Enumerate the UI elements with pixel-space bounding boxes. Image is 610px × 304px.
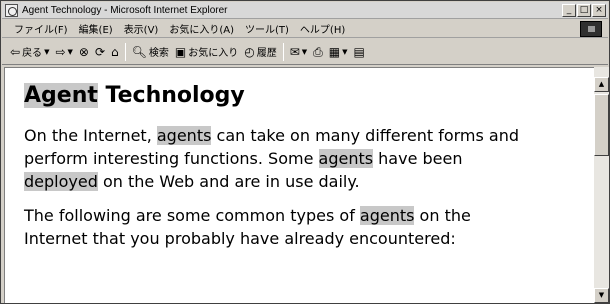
menu-file[interactable]: ファイル(F)	[14, 21, 68, 36]
page-content[interactable]: Agent Technology On the Internet, agents…	[4, 67, 594, 303]
highlighted-term: Agent	[24, 83, 98, 108]
edit-button[interactable]: ▦ ▼	[329, 46, 348, 58]
scroll-down-button[interactable]: ▼	[594, 288, 609, 303]
history-button[interactable]: ◴ 履歴	[244, 44, 277, 60]
standard-toolbar: ⇦ 戻る ▼ ⇨ ▼ ⊗ ⟳ ⌂ 🔍︎ 検索 ▣ お気に入り ◴ 履歴 ✉ ▼ …	[2, 39, 608, 65]
refresh-button[interactable]: ⟳	[95, 46, 105, 58]
mail-dropdown-icon[interactable]: ▼	[302, 48, 307, 56]
history-icon: ◴	[244, 44, 255, 59]
back-arrow-icon: ⇦	[10, 44, 21, 59]
browser-window: Agent Technology - Microsoft Internet Ex…	[0, 0, 610, 304]
menu-help[interactable]: ヘルプ(H)	[300, 21, 345, 36]
favorites-button[interactable]: ▣ お気に入り	[174, 44, 239, 60]
window-title: Agent Technology - Microsoft Internet Ex…	[22, 4, 228, 16]
print-icon: ⎙	[313, 44, 323, 59]
search-button[interactable]: 🔍︎ 検索	[131, 44, 169, 60]
paragraph-types: The following are some common types of a…	[24, 204, 594, 250]
menu-view[interactable]: 表示(V)	[124, 21, 159, 36]
mail-button[interactable]: ✉ ▼	[290, 46, 307, 58]
back-button[interactable]: ⇦ 戻る ▼	[10, 44, 49, 60]
maximize-button[interactable]: □	[577, 3, 591, 17]
favorites-label: お気に入り	[188, 48, 239, 59]
close-button[interactable]: ×	[592, 3, 606, 17]
forward-arrow-icon: ⇨	[55, 44, 66, 59]
paragraph-line: On the Internet, agents can take on many…	[24, 124, 594, 147]
back-label: 戻る	[22, 48, 43, 59]
home-button[interactable]: ⌂	[111, 46, 119, 58]
search-label: 検索	[148, 48, 169, 59]
edit-icon: ▦	[328, 44, 341, 59]
stop-button[interactable]: ⊗	[79, 46, 89, 58]
toolbar-separator	[124, 42, 126, 61]
text-run: perform interesting functions. Some	[24, 149, 319, 168]
page-title: Agent Technology	[24, 82, 594, 110]
paragraph-line: Internet that you probably have already …	[24, 229, 456, 248]
discuss-icon: ▤	[353, 44, 365, 59]
minimize-button[interactable]: _	[562, 3, 576, 17]
toolbar-separator	[282, 42, 284, 61]
scrollbar-thumb[interactable]	[594, 94, 609, 156]
search-icon: 🔍︎	[131, 44, 147, 59]
forward-button[interactable]: ⇨ ▼	[55, 46, 72, 58]
text-run: can take on many different forms and	[211, 126, 520, 145]
text-run: on the Web and are in use daily.	[97, 172, 360, 191]
paragraph-line: The following are some common types of a…	[24, 204, 594, 227]
vertical-scrollbar[interactable]: ▲ ▼	[594, 67, 609, 303]
highlighted-term: agents	[318, 149, 374, 168]
menu-tools[interactable]: ツール(T)	[245, 21, 289, 36]
highlighted-term: deployed	[24, 172, 98, 191]
title-bar[interactable]: Agent Technology - Microsoft Internet Ex…	[2, 2, 608, 19]
forward-dropdown-icon[interactable]: ▼	[68, 48, 73, 56]
stop-icon: ⊗	[78, 44, 89, 59]
text-run: On the Internet,	[24, 126, 157, 145]
text-run: on the	[414, 206, 471, 225]
paragraph-line: deployed on the Web and are in use daily…	[24, 170, 594, 193]
text-run: The following are some common types of	[24, 206, 360, 225]
edit-dropdown-icon[interactable]: ▼	[342, 48, 347, 56]
discuss-button[interactable]: ▤	[354, 46, 365, 58]
favorites-icon: ▣	[174, 44, 187, 59]
heading-text: Technology	[97, 83, 245, 108]
menu-edit[interactable]: 編集(E)	[79, 21, 113, 36]
paragraph-intro: On the Internet, agents can take on many…	[24, 124, 594, 193]
history-label: 履歴	[256, 48, 277, 59]
print-button[interactable]: ⎙	[313, 46, 323, 58]
window-controls: _ □ ×	[562, 3, 606, 17]
refresh-icon: ⟳	[94, 44, 106, 59]
highlighted-term: agents	[156, 126, 212, 145]
back-dropdown-icon[interactable]: ▼	[44, 48, 49, 56]
menu-favorites[interactable]: お気に入り(A)	[169, 21, 234, 36]
windows-logo-icon	[580, 21, 602, 37]
highlighted-term: agents	[359, 206, 415, 225]
menu-bar: ファイル(F) 編集(E) 表示(V) お気に入り(A) ツール(T) ヘルプ(…	[2, 20, 608, 38]
document-body: Agent Technology On the Internet, agents…	[5, 68, 594, 250]
paragraph-line: perform interesting functions. Some agen…	[24, 147, 594, 170]
mail-icon: ✉	[289, 44, 300, 59]
home-icon: ⌂	[111, 44, 119, 59]
ie-app-icon[interactable]	[5, 3, 18, 17]
scroll-up-button[interactable]: ▲	[594, 77, 609, 92]
text-run: have been	[373, 149, 463, 168]
